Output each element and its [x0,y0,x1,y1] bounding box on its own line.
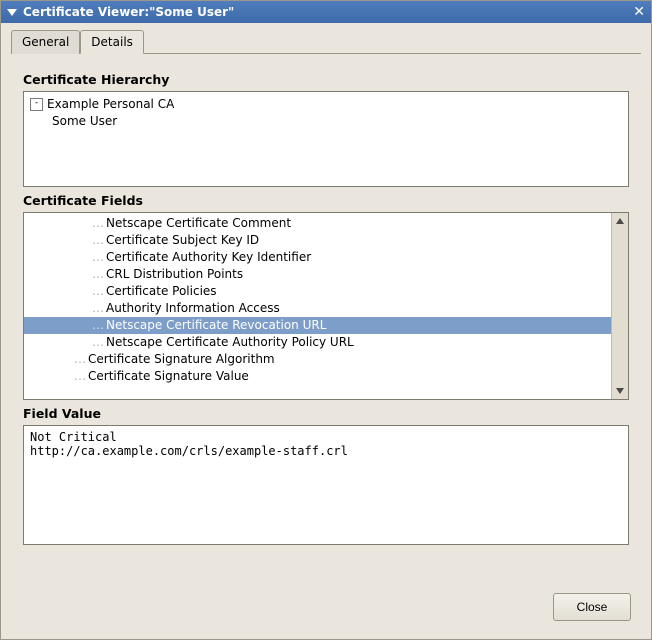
field-item[interactable]: …Netscape Certificate Revocation URL [24,317,611,334]
close-icon[interactable]: ✕ [633,5,645,19]
button-row: Close [11,587,641,629]
tree-branch-icon: … [74,351,86,368]
field-item[interactable]: …Netscape Certificate Authority Policy U… [24,334,611,351]
field-item-label: Certificate Signature Value [88,368,249,385]
field-item-label: Certificate Authority Key Identifier [106,249,311,266]
hierarchy-tree[interactable]: - Example Personal CA Some User [23,91,629,187]
tree-branch-icon: … [74,368,86,385]
fields-box: …Netscape Certificate Comment…Certificat… [23,212,629,400]
scroll-down-icon[interactable] [612,383,628,399]
hierarchy-root-label: Example Personal CA [47,96,174,113]
field-item[interactable]: …Certificate Authority Key Identifier [24,249,611,266]
close-button[interactable]: Close [553,593,631,621]
field-item-label: Certificate Subject Key ID [106,232,259,249]
scroll-up-icon[interactable] [612,213,628,229]
field-value-label: Field Value [23,406,629,421]
tree-branch-icon: … [92,334,104,351]
tree-branch-icon: … [92,300,104,317]
tree-branch-icon: … [92,215,104,232]
tree-branch-icon: … [92,283,104,300]
field-item[interactable]: …Certificate Signature Algorithm [24,351,611,368]
field-item-label: CRL Distribution Points [106,266,243,283]
dialog-window: Certificate Viewer:"Some User" ✕ General… [0,0,652,640]
collapse-icon[interactable]: - [30,98,43,111]
system-menu-icon[interactable] [7,9,17,16]
field-item-label: Certificate Policies [106,283,217,300]
field-item-label: Netscape Certificate Authority Policy UR… [106,334,354,351]
fields-scrollbar[interactable] [611,213,628,399]
fields-label: Certificate Fields [23,193,629,208]
tab-details[interactable]: Details [80,30,144,54]
hierarchy-root[interactable]: - Example Personal CA [30,96,622,113]
titlebar[interactable]: Certificate Viewer:"Some User" ✕ [1,1,651,23]
field-item[interactable]: …CRL Distribution Points [24,266,611,283]
tree-branch-icon: … [92,232,104,249]
tab-general[interactable]: General [11,30,80,54]
tree-branch-icon: … [92,249,104,266]
client-area: General Details Certificate Hierarchy - … [1,23,651,639]
field-item[interactable]: …Certificate Subject Key ID [24,232,611,249]
window-title: Certificate Viewer:"Some User" [23,5,633,19]
fields-list[interactable]: …Netscape Certificate Comment…Certificat… [24,213,611,399]
hierarchy-child[interactable]: Some User [30,113,622,130]
tree-branch-icon: … [92,266,104,283]
hierarchy-label: Certificate Hierarchy [23,72,629,87]
field-item[interactable]: …Certificate Signature Value [24,368,611,385]
hierarchy-child-label: Some User [52,113,117,130]
field-item[interactable]: …Authority Information Access [24,300,611,317]
field-value-box[interactable]: Not Critical http://ca.example.com/crls/… [23,425,629,545]
field-item[interactable]: …Certificate Policies [24,283,611,300]
field-item-label: Authority Information Access [106,300,280,317]
field-item-label: Netscape Certificate Revocation URL [106,317,326,334]
field-item-label: Netscape Certificate Comment [106,215,291,232]
details-pane: Certificate Hierarchy - Example Personal… [11,56,641,587]
field-item[interactable]: …Netscape Certificate Comment [24,215,611,232]
tab-bar: General Details [11,29,641,54]
field-item-label: Certificate Signature Algorithm [88,351,275,368]
tree-branch-icon: … [92,317,104,334]
